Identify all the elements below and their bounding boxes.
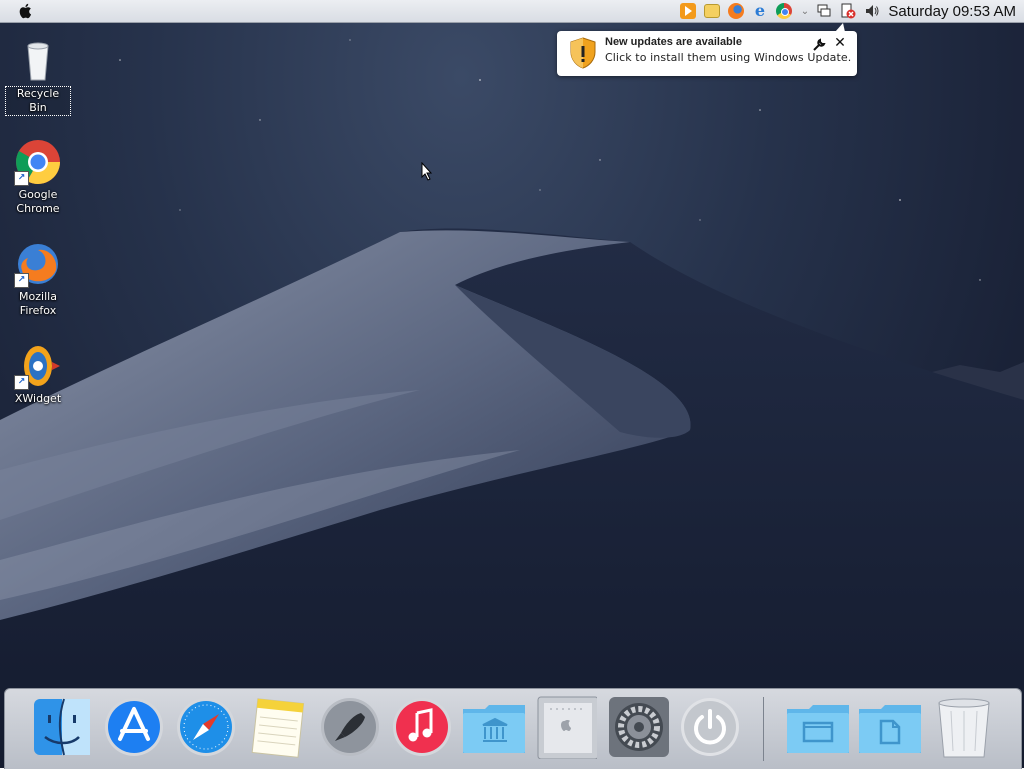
desktop-icon-mozilla-firefox[interactable]: ↗ Mozilla Firefox <box>5 240 71 318</box>
documents-folder-icon[interactable] <box>857 695 921 759</box>
firefox-icon: ↗ <box>14 240 62 288</box>
mac-pro-icon[interactable] <box>535 695 599 760</box>
desktop-icon-label: Google Chrome <box>16 188 60 215</box>
wrench-options-icon[interactable] <box>812 38 826 52</box>
desktop-icon-label: XWidget <box>14 392 62 405</box>
firefox-icon[interactable] <box>728 3 744 19</box>
mouse-cursor-icon <box>421 162 433 181</box>
desktop-icon-google-chrome[interactable]: ↗ Google Chrome <box>5 138 71 216</box>
chrome-icon[interactable] <box>776 3 792 19</box>
notes-icon[interactable] <box>247 695 309 759</box>
notification-title: New updates are available <box>605 36 742 48</box>
wallpaper-dunes <box>0 39 1024 768</box>
desktop-icon-label: Recycle Bin <box>5 86 71 116</box>
launchpad-icon[interactable] <box>319 695 381 759</box>
shortcut-arrow-icon: ↗ <box>14 375 29 390</box>
shortcut-arrow-icon: ↗ <box>14 273 29 288</box>
app-store-icon[interactable] <box>103 695 165 759</box>
notification-message: Click to install them using Windows Upda… <box>605 51 852 64</box>
desktop-icon-label: Mozilla Firefox <box>19 290 57 317</box>
recycle-bin-icon <box>14 36 62 84</box>
internet-explorer-icon[interactable]: e <box>752 3 768 19</box>
clock[interactable]: Saturday 09:53 AM <box>888 3 1016 20</box>
action-center-icon[interactable] <box>840 3 856 19</box>
dock <box>4 688 1022 769</box>
desktop-folder-icon[interactable] <box>785 695 849 759</box>
chrome-icon: ↗ <box>14 138 62 186</box>
xwidget-icon: ↗ <box>14 342 62 390</box>
applications-folder-icon[interactable] <box>461 695 525 759</box>
close-icon[interactable]: ✕ <box>833 36 847 50</box>
media-player-icon[interactable] <box>680 3 696 19</box>
apple-logo-icon[interactable] <box>17 2 35 20</box>
chevron-down-icon[interactable]: ⌄ <box>800 3 810 19</box>
system-preferences-icon[interactable] <box>607 695 669 759</box>
shortcut-arrow-icon: ↗ <box>14 171 29 186</box>
menu-bar: e ⌄ Saturday 09:53 AM <box>0 0 1024 23</box>
safari-icon[interactable] <box>175 695 237 759</box>
dock-separator <box>763 697 764 761</box>
file-explorer-icon[interactable] <box>704 3 720 19</box>
power-icon[interactable] <box>679 695 741 759</box>
desktop-icon-xwidget[interactable]: ↗ XWidget <box>5 342 71 406</box>
network-icon[interactable] <box>816 3 832 19</box>
volume-icon[interactable] <box>864 3 880 19</box>
desktop[interactable]: Recycle Bin ↗ Google Chrome ↗ Mozilla Fire… <box>0 0 1024 768</box>
finder-icon[interactable] <box>31 695 93 759</box>
desktop-icon-recycle-bin[interactable]: Recycle Bin <box>5 36 71 116</box>
trash-icon[interactable] <box>933 695 995 759</box>
update-notification[interactable]: New updates are available Click to insta… <box>557 23 857 76</box>
shield-warning-icon <box>570 37 596 69</box>
itunes-icon[interactable] <box>391 695 453 759</box>
